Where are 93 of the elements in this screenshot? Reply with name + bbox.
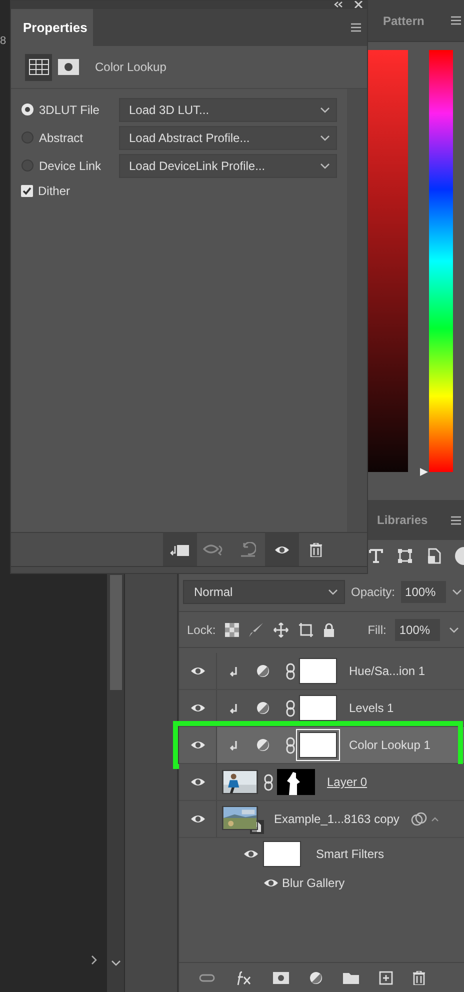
visibility-button[interactable] <box>265 533 299 566</box>
mask-icon[interactable] <box>58 59 79 75</box>
link-icon <box>264 774 273 790</box>
menu-icon[interactable] <box>351 23 361 32</box>
adjustment-icon <box>256 738 270 752</box>
eye-icon[interactable] <box>243 848 259 860</box>
chevron-down-icon <box>320 106 330 112</box>
edge-text: 8 <box>0 34 6 49</box>
new-layer-icon[interactable] <box>378 970 392 984</box>
smart-filter-icon <box>411 812 428 826</box>
clip-to-layer-icon <box>170 544 190 556</box>
menu-icon[interactable] <box>451 16 461 25</box>
adjustment-icon <box>256 664 270 678</box>
layer-row[interactable]: Hue/Sa...ion 1 <box>179 653 464 690</box>
clip-arrow-icon <box>229 740 239 750</box>
table-icon <box>28 59 48 75</box>
document-icon[interactable] <box>427 548 441 564</box>
layer-row[interactable]: Color Lookup 1 <box>179 727 464 764</box>
slider-handle[interactable] <box>419 467 429 477</box>
radio-button[interactable]: Abstract <box>21 128 119 146</box>
close-icon[interactable] <box>354 1 363 8</box>
layer-row[interactable]: Example_1...8163 copy <box>179 801 464 838</box>
checkbox[interactable]: Dither <box>21 182 119 200</box>
filter-name[interactable]: Smart Filters <box>316 844 384 862</box>
blend-mode-dropdown[interactable]: Normal <box>183 580 345 604</box>
type-icon[interactable] <box>369 549 383 563</box>
layer-name[interactable]: Color Lookup 1 <box>349 736 430 754</box>
effects-icon[interactable] <box>234 970 252 986</box>
profile-dropdown[interactable]: Load DeviceLink Profile... <box>119 154 337 178</box>
checkerboard-icon[interactable] <box>224 622 239 636</box>
move-icon[interactable] <box>272 622 289 638</box>
layer-thumbnail <box>299 732 337 758</box>
eye-icon[interactable] <box>190 702 206 714</box>
chevron-down-icon <box>320 162 330 168</box>
eye-icon[interactable] <box>190 665 206 677</box>
color-field[interactable] <box>368 50 408 472</box>
filter-name[interactable]: Blur Gallery <box>282 874 345 892</box>
visibility-icon <box>274 544 290 556</box>
brush-icon[interactable] <box>248 622 264 638</box>
layer-thumbnail <box>299 695 337 721</box>
eye-icon[interactable] <box>190 739 206 751</box>
view-previous-icon <box>203 543 225 556</box>
eye-icon[interactable] <box>190 776 206 788</box>
lock-label: Lock: <box>187 622 216 638</box>
lock-icon[interactable] <box>322 622 335 636</box>
profile-dropdown[interactable]: Load Abstract Profile... <box>119 126 337 150</box>
clip-arrow-icon <box>229 702 239 714</box>
transform-icon[interactable] <box>397 548 413 564</box>
chevron-down-icon[interactable] <box>449 626 460 632</box>
adjustment-title: Color Lookup <box>95 59 166 76</box>
layer-name[interactable]: Layer 0 <box>327 773 368 791</box>
clip-arrow-icon <box>229 666 239 676</box>
chevron-down-icon[interactable] <box>452 588 462 594</box>
opacity-label: Opacity: <box>351 584 396 600</box>
radio-button[interactable]: 3DLUT File <box>21 100 119 118</box>
layer-name[interactable]: Hue/Sa...ion 1 <box>349 662 426 680</box>
mask-icon[interactable] <box>272 972 288 984</box>
scrollbar-thumb[interactable] <box>110 575 122 690</box>
collapse-icon[interactable] <box>333 1 343 8</box>
adjustment-icon[interactable] <box>308 970 322 984</box>
folder-icon[interactable] <box>342 972 358 984</box>
link-icon <box>286 662 295 680</box>
reset-icon <box>240 542 256 557</box>
panel-tab[interactable]: Pattern <box>383 12 424 30</box>
fill-field[interactable]: 100% <box>395 618 440 640</box>
crop-icon[interactable] <box>298 622 314 638</box>
radio-button[interactable]: Device Link <box>21 156 119 174</box>
chevron-right-icon[interactable] <box>90 955 98 965</box>
layer-thumbnail <box>299 658 337 684</box>
fill-label: Fill: <box>368 622 386 638</box>
chevron-down-icon[interactable] <box>111 960 121 966</box>
link-icon <box>286 700 295 716</box>
scrollbar-track[interactable] <box>347 89 367 532</box>
link-icon <box>286 736 295 754</box>
grid-icon[interactable] <box>25 54 52 80</box>
adjustment-icon <box>256 701 270 715</box>
clip-to-layer-button[interactable] <box>163 533 197 566</box>
link-icon[interactable] <box>198 974 214 982</box>
layer-thumbnail <box>263 840 301 866</box>
layer-row[interactable]: Layer 0 <box>179 764 464 801</box>
chevron-down-icon <box>328 588 338 594</box>
profile-dropdown[interactable]: Load 3D LUT... <box>119 98 337 122</box>
menu-icon[interactable] <box>451 516 461 524</box>
trash-icon[interactable] <box>412 970 424 984</box>
layer-name[interactable]: Levels 1 <box>349 699 394 717</box>
chevron-down-icon <box>320 134 330 140</box>
layer-name[interactable]: Example_1...8163 copy <box>274 810 400 828</box>
trash-icon <box>310 542 322 556</box>
panel-tab[interactable]: Properties <box>11 9 93 46</box>
eye-icon[interactable] <box>190 813 206 825</box>
eye-icon[interactable] <box>263 876 279 888</box>
mask-thumbnail <box>277 769 315 795</box>
opacity-field[interactable]: 100% <box>401 580 446 602</box>
